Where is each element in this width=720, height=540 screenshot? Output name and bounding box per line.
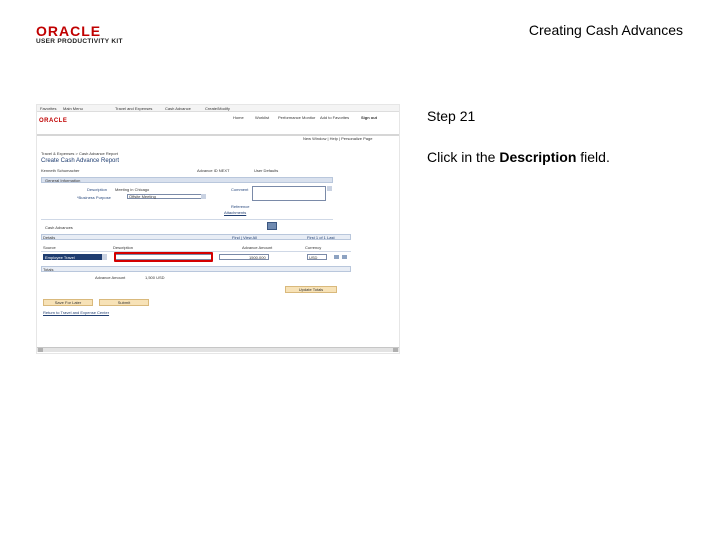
add-row-icon[interactable]: [334, 255, 339, 259]
advance-id: Advance ID NEXT: [197, 168, 230, 173]
grid-pager[interactable]: First 1 of 1 Last: [307, 235, 335, 240]
nav-favorites[interactable]: Add to Favorites: [320, 115, 349, 120]
source-value: Employee Travel: [45, 255, 75, 260]
business-purpose-label: *Business Purpose: [77, 195, 111, 200]
top-link-create[interactable]: Create/Modify: [205, 106, 230, 111]
source-dropdown-icon[interactable]: [102, 254, 107, 260]
app-screenshot: Favorites Main Menu Travel and Expenses …: [36, 104, 400, 354]
divider: [41, 219, 333, 220]
attachments-link[interactable]: Attachments: [224, 210, 246, 215]
instruction-suffix: field.: [576, 149, 610, 165]
totals-header: [41, 266, 351, 272]
general-info-section[interactable]: [41, 177, 333, 183]
attachment-icon[interactable]: [267, 222, 277, 230]
totals-label: Totals: [43, 267, 54, 272]
top-link-travel[interactable]: Travel and Expenses: [115, 106, 152, 111]
nav-worklist[interactable]: Worklist: [255, 115, 269, 120]
comment-label: Comment: [231, 187, 249, 192]
description-value: Meeting in Chicago: [115, 187, 150, 192]
step-number: Step 21: [427, 108, 476, 124]
find-view-all-link[interactable]: Find | View All: [232, 235, 257, 240]
reference-label: Reference: [231, 204, 250, 209]
business-purpose-value: Offsite Meeting: [129, 194, 156, 199]
general-info-label: General Information: [45, 178, 81, 183]
instruction-prefix: Click in the: [427, 149, 500, 165]
instruction-target: Description: [499, 149, 577, 165]
expand-icon[interactable]: [327, 186, 332, 191]
breadcrumb: Travel & Expenses > Cash Advance Report: [41, 151, 118, 156]
nav-performance[interactable]: Performance Monitor: [278, 115, 315, 120]
delete-row-icon[interactable]: [342, 255, 347, 259]
update-totals-button[interactable]: Update Totals: [285, 286, 337, 293]
nav-home[interactable]: Home: [233, 115, 244, 120]
horizontal-scrollbar[interactable]: [37, 347, 399, 352]
description-label: Description: [87, 187, 108, 192]
col-amount-header: Advance Amount: [242, 245, 273, 250]
upk-tagline: USER PRODUCTIVITY KIT: [36, 38, 123, 45]
cash-advances-label: Cash Advances: [45, 225, 73, 230]
app-brand-logo: ORACLE: [39, 118, 68, 124]
nav-signout[interactable]: Sign out: [361, 115, 377, 120]
step-instruction: Click in the Description field.: [427, 149, 610, 165]
details-label: Details: [43, 235, 56, 240]
advance-amount-value: 1,500 USD: [145, 275, 165, 280]
top-link-favorites[interactable]: Favorites: [40, 106, 56, 111]
page-sub-links[interactable]: New Window | Help | Personalize Page: [303, 136, 372, 141]
top-link-cash-advance[interactable]: Cash Advance: [165, 106, 191, 111]
dropdown-arrow-icon[interactable]: [201, 194, 206, 199]
submit-button[interactable]: Submit: [99, 299, 149, 306]
currency-value: USD: [309, 255, 318, 260]
col-source-header: Source: [43, 245, 56, 250]
user-defaults-link[interactable]: User Defaults: [254, 168, 278, 173]
advance-amount-label: Advance Amount: [95, 275, 126, 280]
col-currency-header: Currency: [305, 245, 322, 250]
amount-value: 1500.000: [249, 255, 266, 260]
save-for-later-button[interactable]: Save For Later: [43, 299, 93, 306]
return-link[interactable]: Return to Travel and Expense Center: [43, 310, 109, 315]
highlight-box: [114, 252, 213, 262]
top-link-main-menu[interactable]: Main Menu: [63, 106, 83, 111]
employee-name: Kenneth Schumacher: [41, 168, 80, 173]
slide-title: Creating Cash Advances: [528, 22, 683, 38]
oracle-logo: ORACLE: [36, 23, 102, 39]
scroll-right-icon[interactable]: [393, 348, 398, 352]
col-description-header: Description: [113, 245, 134, 250]
details-grid-header: [41, 234, 351, 240]
scroll-left-icon[interactable]: [38, 348, 43, 352]
comment-textarea[interactable]: [252, 186, 326, 201]
page-title: Create Cash Advance Report: [41, 158, 120, 164]
